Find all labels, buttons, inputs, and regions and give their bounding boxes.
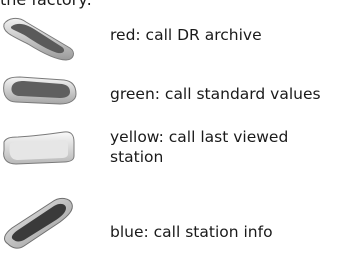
blue-key-label: blue: call station info — [110, 223, 273, 241]
red-remote-key-icon — [0, 14, 80, 64]
yellow-key-label: yellow: call last viewed station — [110, 128, 289, 166]
yellow-remote-key-icon — [0, 130, 80, 170]
key-row-green: green: call standard values — [0, 70, 361, 114]
red-key-label: red: call DR archive — [110, 26, 262, 44]
header-text: the factory: — [0, 0, 92, 10]
key-row-red: red: call DR archive — [0, 14, 361, 64]
green-remote-key-icon — [0, 72, 80, 112]
key-row-yellow: yellow: call last viewed station — [0, 124, 361, 184]
blue-remote-key-icon — [0, 194, 80, 254]
key-row-blue: blue: call station info — [0, 194, 361, 256]
green-key-label: green: call standard values — [110, 85, 321, 103]
